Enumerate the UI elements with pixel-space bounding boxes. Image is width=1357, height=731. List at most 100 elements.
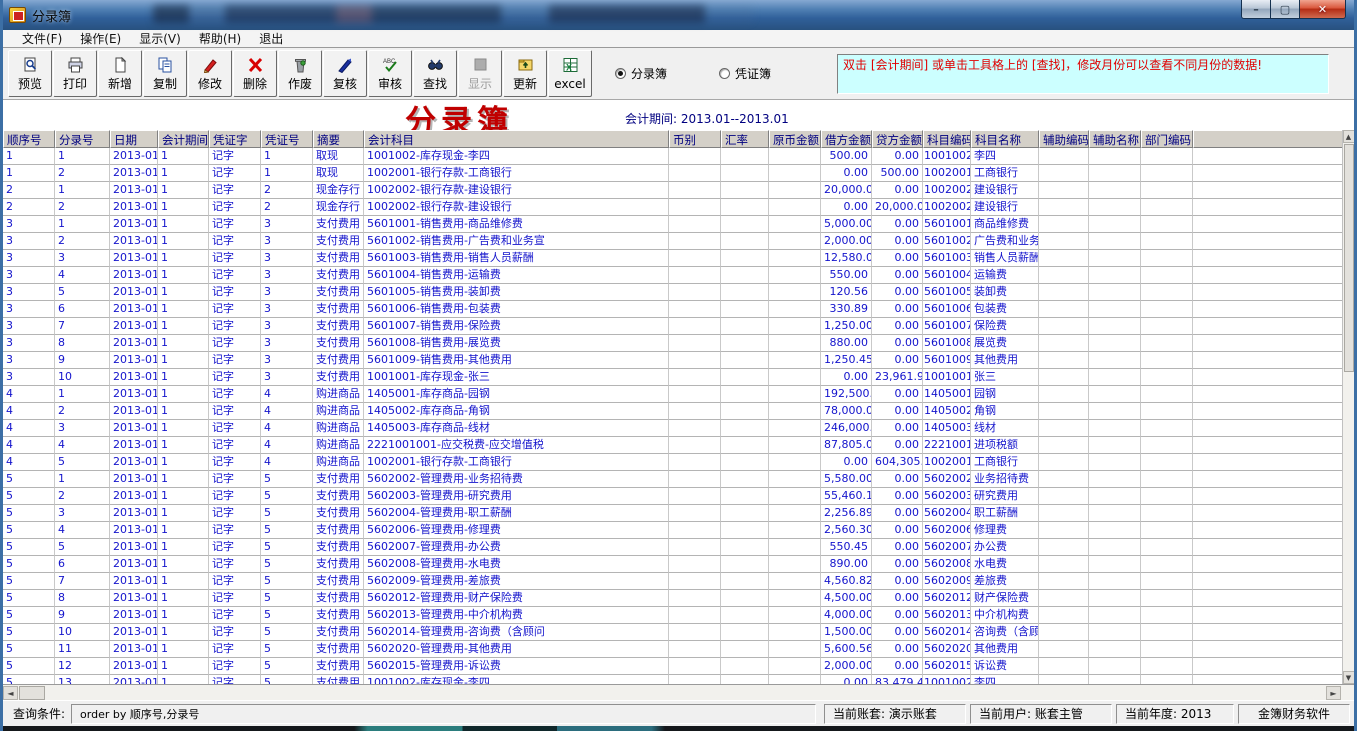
void-button[interactable]: 作废 xyxy=(278,50,322,97)
audit-button[interactable]: ABC 审核 xyxy=(368,50,412,97)
menu-exit[interactable]: 退出 xyxy=(250,30,292,47)
refresh-button[interactable]: 更新 xyxy=(503,50,547,97)
cell-aux_name xyxy=(1089,250,1141,267)
cell-period: 1 xyxy=(158,386,209,403)
cell-seq: 3 xyxy=(3,301,55,318)
cell-aux_code xyxy=(1039,284,1089,301)
vertical-scroll-thumb[interactable] xyxy=(1344,144,1354,372)
table-row[interactable]: 342013-01-01记字3支付费用5601004-销售费用-运输费550.0… xyxy=(3,267,1342,284)
table-row[interactable]: 352013-01-01记字3支付费用5601005-销售费用-装卸费120.5… xyxy=(3,284,1342,301)
cell-filler xyxy=(1193,624,1342,641)
radio-circle-icon xyxy=(719,68,730,79)
table-row[interactable]: 582013-01-01记字5支付费用5602012-管理费用-财产保险费4,5… xyxy=(3,590,1342,607)
cell-orig xyxy=(769,284,821,301)
table-row[interactable]: 452013-01-01记字4购进商品1002001-银行存款-工商银行0.00… xyxy=(3,454,1342,471)
cell-debit: 0.00 xyxy=(821,165,872,182)
accounting-period[interactable]: 会计期间: 2013.01--2013.01 xyxy=(625,110,789,127)
horizontal-scroll-thumb[interactable] xyxy=(19,686,45,700)
cell-orig xyxy=(769,250,821,267)
cell-vno: 5 xyxy=(261,641,313,658)
table-row[interactable]: 332013-01-01记字3支付费用5601003-销售费用-销售人员薪酬12… xyxy=(3,250,1342,267)
cell-rate xyxy=(721,284,769,301)
find-button[interactable]: 查找 xyxy=(413,50,457,97)
table-row[interactable]: 442013-01-01记字4购进商品2221001001-应交税费-应交增值税… xyxy=(3,437,1342,454)
table-row[interactable]: 382013-01-01记字3支付费用5601008-销售费用-展览费880.0… xyxy=(3,335,1342,352)
scroll-down-icon[interactable]: ▼ xyxy=(1343,671,1355,684)
table-row[interactable]: 392013-01-01记字3支付费用5601009-销售费用-其他费用1,25… xyxy=(3,352,1342,369)
cell-period: 1 xyxy=(158,539,209,556)
cell-code: 1001002 xyxy=(923,148,971,165)
new-button[interactable]: 新增 xyxy=(98,50,142,97)
table-row[interactable]: 5132013-01-01记字5支付费用1001002-库存现金-李四0.008… xyxy=(3,675,1342,684)
table-row[interactable]: 122013-01-01记字1取现1002001-银行存款-工商银行0.0050… xyxy=(3,165,1342,182)
cell-vno: 3 xyxy=(261,301,313,318)
review-button[interactable]: 复核 xyxy=(323,50,367,97)
cell-rate xyxy=(721,675,769,684)
table-row[interactable]: 5122013-01-01记字5支付费用5602015-管理费用-诉讼费2,00… xyxy=(3,658,1342,675)
table-row[interactable]: 412013-01-01记字4购进商品1405001-库存商品-园钢192,50… xyxy=(3,386,1342,403)
table-row[interactable]: 3102013-01-01记字3支付费用1001001-库存现金-张三0.002… xyxy=(3,369,1342,386)
cell-filler xyxy=(1193,454,1342,471)
table-row[interactable]: 212013-01-01记字2现金存行1002002-银行存款-建设银行20,0… xyxy=(3,182,1342,199)
vertical-scrollbar[interactable]: ▲ ▼ xyxy=(1342,130,1354,684)
edit-button[interactable]: 修改 xyxy=(188,50,232,97)
menu-view[interactable]: 显示(V) xyxy=(130,30,190,47)
cell-period: 1 xyxy=(158,284,209,301)
cell-word: 记字 xyxy=(209,199,261,216)
cell-debit: 55,460.12 xyxy=(821,488,872,505)
menu-operate[interactable]: 操作(E) xyxy=(71,30,130,47)
cell-credit: 0.00 xyxy=(872,386,923,403)
table-row[interactable]: 362013-01-01记字3支付费用5601006-销售费用-包装费330.8… xyxy=(3,301,1342,318)
table-row[interactable]: 532013-01-01记字5支付费用5602004-管理费用-职工薪酬2,25… xyxy=(3,505,1342,522)
table-row[interactable]: 512013-01-01记字5支付费用5602002-管理费用-业务招待费5,5… xyxy=(3,471,1342,488)
cell-dept xyxy=(1141,505,1193,522)
cell-filler xyxy=(1193,369,1342,386)
horizontal-scrollbar[interactable]: ◄ ► xyxy=(3,684,1354,700)
scroll-left-icon[interactable]: ◄ xyxy=(3,686,18,700)
cell-code: 5601001 xyxy=(923,216,971,233)
menu-file[interactable]: 文件(F) xyxy=(13,30,71,47)
table-row[interactable]: 422013-01-01记字4购进商品1405002-库存商品-角钢78,000… xyxy=(3,403,1342,420)
table-row[interactable]: 372013-01-01记字3支付费用5601007-销售费用-保险费1,250… xyxy=(3,318,1342,335)
cell-no: 8 xyxy=(55,335,110,352)
table-row[interactable]: 552013-01-01记字5支付费用5602007-管理费用-办公费550.4… xyxy=(3,539,1342,556)
statusbar: 查询条件: order by 顺序号,分录号 当前账套: 演示账套 当前用户: … xyxy=(3,700,1354,726)
table-row[interactable]: 522013-01-01记字5支付费用5602003-管理费用-研究费用55,4… xyxy=(3,488,1342,505)
cell-vno: 5 xyxy=(261,556,313,573)
delete-button[interactable]: 删除 xyxy=(233,50,277,97)
preview-button[interactable]: 预览 xyxy=(8,50,52,97)
cell-debit: 550.00 xyxy=(821,267,872,284)
radio-voucher-book[interactable]: 凭证簿 xyxy=(719,65,771,82)
table-row[interactable]: 5102013-01-01记字5支付费用5602014-管理费用-咨询费（含顾问… xyxy=(3,624,1342,641)
cell-filler xyxy=(1193,658,1342,675)
maximize-button[interactable]: ▢ xyxy=(1271,0,1300,19)
cell-aux_code xyxy=(1039,539,1089,556)
radio-journal-book[interactable]: 分录簿 xyxy=(615,65,667,82)
table-row[interactable]: 542013-01-01记字5支付费用5602006-管理费用-修理费2,560… xyxy=(3,522,1342,539)
copy-button[interactable]: 复制 xyxy=(143,50,187,97)
table-row[interactable]: 5112013-01-01记字5支付费用5602020-管理费用-其他费用5,6… xyxy=(3,641,1342,658)
table-row[interactable]: 562013-01-01记字5支付费用5602008-管理费用-水电费890.0… xyxy=(3,556,1342,573)
current-account-set: 当前账套: 演示账套 xyxy=(824,704,966,724)
close-button[interactable]: ✕ xyxy=(1300,0,1346,19)
cell-orig xyxy=(769,352,821,369)
table-row[interactable]: 222013-01-01记字2现金存行1002002-银行存款-建设银行0.00… xyxy=(3,199,1342,216)
cell-debit: 500.00 xyxy=(821,148,872,165)
print-button[interactable]: 打印 xyxy=(53,50,97,97)
table-row[interactable]: 322013-01-01记字3支付费用5601002-销售费用-广告费和业务宣2… xyxy=(3,233,1342,250)
cell-credit: 0.00 xyxy=(872,318,923,335)
cell-seq: 1 xyxy=(3,165,55,182)
table-row[interactable]: 572013-01-01记字5支付费用5602009-管理费用-差旅费4,560… xyxy=(3,573,1342,590)
table-row[interactable]: 312013-01-01记字3支付费用5601001-销售费用-商品维修费5,0… xyxy=(3,216,1342,233)
scroll-right-icon[interactable]: ► xyxy=(1326,686,1341,700)
menu-help[interactable]: 帮助(H) xyxy=(190,30,250,47)
table-row[interactable]: 432013-01-01记字4购进商品1405003-库存商品-线材246,00… xyxy=(3,420,1342,437)
excel-button[interactable]: X excel xyxy=(548,50,592,97)
cell-credit: 0.00 xyxy=(872,233,923,250)
show-icon xyxy=(472,57,489,77)
scroll-up-icon[interactable]: ▲ xyxy=(1343,130,1355,143)
minimize-button[interactable]: – xyxy=(1241,0,1271,19)
table-row[interactable]: 112013-01-01记字1取现1001002-库存现金-李四500.000.… xyxy=(3,148,1342,165)
table-row[interactable]: 592013-01-01记字5支付费用5602013-管理费用-中介机构费4,0… xyxy=(3,607,1342,624)
edit-icon xyxy=(202,57,219,77)
